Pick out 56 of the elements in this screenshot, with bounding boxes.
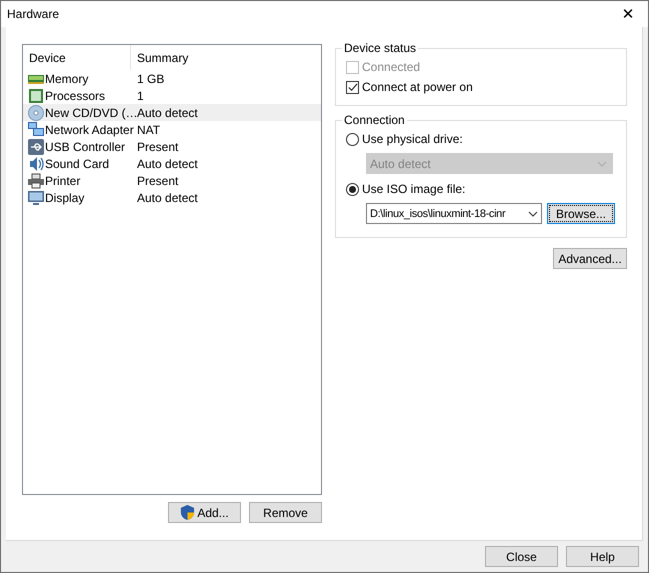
network-icon: [28, 122, 44, 138]
device-summary: Auto detect: [136, 190, 199, 204]
radio-button[interactable]: [346, 182, 359, 196]
window-title: Hardware: [7, 7, 60, 21]
device-row[interactable]: Printer Present: [23, 172, 321, 189]
device-name: Network Adapter: [45, 122, 134, 136]
speaker-icon: [28, 156, 44, 172]
group-title: Device status: [342, 41, 418, 55]
add-button[interactable]: Add...: [168, 502, 241, 523]
column-header[interactable]: Device: [23, 45, 131, 70]
device-row[interactable]: Sound Card Auto detect: [23, 155, 321, 172]
radio-label: Use ISO image file:: [362, 182, 466, 196]
device-row[interactable]: Processors 1: [23, 87, 321, 104]
checkbox-option[interactable]: Connect at power on: [346, 79, 616, 95]
printer-icon: [28, 172, 44, 188]
column-header[interactable]: Summary: [131, 45, 321, 70]
browse-button[interactable]: Browse...: [547, 203, 615, 224]
help-button[interactable]: Help: [566, 546, 639, 567]
monitor-icon: [28, 190, 44, 206]
remove-button[interactable]: Remove: [249, 502, 322, 523]
radio-option[interactable]: Use physical drive:: [346, 131, 616, 147]
device-summary: 1 GB: [136, 72, 166, 86]
group-title: Connection: [342, 113, 407, 127]
device-summary: Present: [136, 140, 180, 154]
radio-label: Use physical drive:: [362, 132, 463, 146]
radio-button[interactable]: [346, 132, 359, 146]
device-summary: Auto detect: [136, 156, 199, 170]
checkbox[interactable]: [346, 80, 359, 94]
device-row[interactable]: Memory 1 GB: [23, 70, 321, 87]
device-name: Printer: [45, 174, 80, 188]
chip-icon: [28, 88, 44, 104]
device-name: Sound Card: [45, 156, 110, 170]
device-summary: Present: [136, 174, 180, 188]
usb-icon: [28, 138, 44, 154]
path-dropdown[interactable]: D:\linux_isos\linuxmint-18-cinr: [366, 203, 542, 224]
device-row[interactable]: USB Controller Present: [23, 138, 321, 155]
chevron-down-icon: [528, 210, 538, 216]
device-row[interactable]: Display Auto detect: [23, 189, 321, 206]
device-name: Processors: [45, 88, 106, 102]
device-summary: 1: [136, 88, 145, 102]
device-name: USB Controller: [45, 140, 126, 154]
device-summary: NAT: [136, 122, 162, 136]
chevron-down-icon: [597, 160, 607, 166]
advanced-button[interactable]: Advanced...: [553, 248, 627, 269]
device-summary: Auto detect: [136, 106, 199, 120]
device-row[interactable]: New CD/DVD (…Auto detect: [23, 104, 321, 121]
device-row[interactable]: Network Adapter NAT: [23, 121, 321, 138]
device-name: Display: [45, 190, 84, 204]
disc-icon: [28, 104, 44, 120]
radio-option[interactable]: Use ISO image file:: [346, 181, 616, 197]
device-name: Memory: [45, 72, 88, 86]
device-name: New CD/DVD (…: [45, 106, 138, 120]
checkbox-label: Connect at power on: [362, 80, 473, 94]
checkbox-label: Connected: [362, 60, 420, 74]
shield-icon: [180, 505, 196, 520]
close-dialog-button[interactable]: Close: [485, 546, 558, 567]
